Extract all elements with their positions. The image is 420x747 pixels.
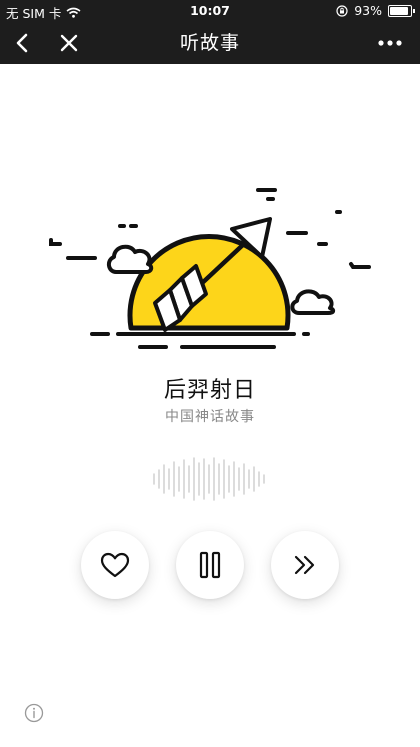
battery-icon xyxy=(388,4,415,17)
navigation-bar: 听故事 xyxy=(0,22,420,64)
more-dots-icon xyxy=(378,40,402,46)
cloud-left-icon xyxy=(107,244,154,274)
top-bar: 无 SIM 卡 10:07 93% 听故事 xyxy=(0,0,420,64)
story-category: 中国神话故事 xyxy=(165,409,255,425)
rotation-lock-icon xyxy=(336,4,348,17)
playback-controls xyxy=(0,531,420,601)
pause-icon xyxy=(199,551,221,579)
more-button[interactable] xyxy=(370,22,410,64)
battery-info: 93% xyxy=(336,3,415,18)
like-button[interactable] xyxy=(81,531,149,599)
pause-button[interactable] xyxy=(176,531,244,599)
audio-waveform-icon xyxy=(153,457,265,501)
cloud-right-icon xyxy=(290,289,336,315)
battery-level xyxy=(390,6,409,15)
story-title: 后羿射日 xyxy=(163,378,256,403)
fast-forward-icon xyxy=(294,555,315,575)
battery-percent: 93% xyxy=(354,3,382,18)
next-button[interactable] xyxy=(271,531,339,599)
page-title: 听故事 xyxy=(179,32,240,54)
info-icon[interactable] xyxy=(24,703,44,723)
status-bar: 无 SIM 卡 10:07 93% xyxy=(0,0,420,22)
heart-icon xyxy=(100,552,130,578)
story-cover-illustration xyxy=(49,188,371,349)
